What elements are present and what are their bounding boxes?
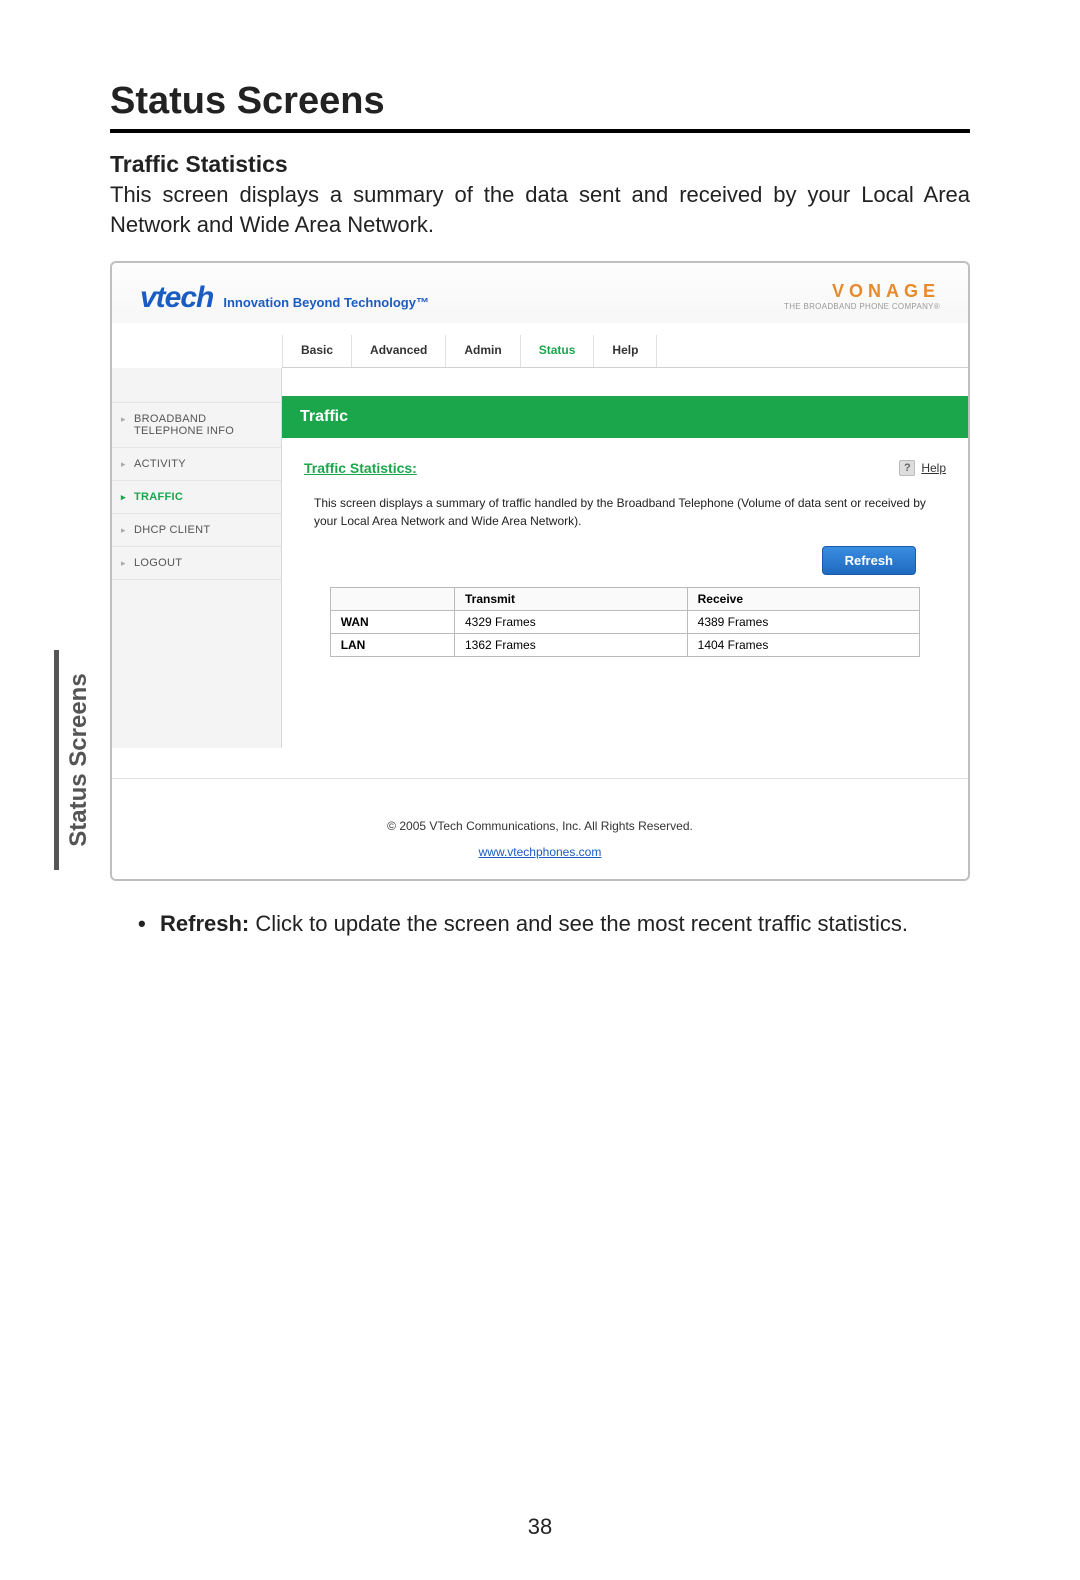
sidebar-item-traffic[interactable]: TRAFFIC [112,481,281,514]
th-receive: Receive [687,588,920,611]
tab-status[interactable]: Status [521,335,595,367]
page-number: 38 [0,1514,1080,1540]
panel-title-bar: Traffic [282,396,968,438]
sidebar-item-activity[interactable]: ACTIVITY [112,448,281,481]
copyright-text: © 2005 VTech Communications, Inc. All Ri… [387,819,693,833]
vtech-brand-text: vtech [140,281,213,315]
vtech-logo: vtech Innovation Beyond Technology™ [140,281,429,315]
table-header-row: Transmit Receive [330,588,920,611]
top-nav: Basic Advanced Admin Status Help [282,331,968,368]
screenshot-footer: © 2005 VTech Communications, Inc. All Ri… [112,778,968,879]
page-heading: Status Screens [110,80,970,133]
bullet-label: Refresh: [160,911,249,936]
panel-content: Traffic Statistics: ? Help This screen d… [282,438,968,667]
cell-wan-receive: 4389 Frames [687,611,920,634]
sidebar: BROADBAND TELEPHONE INFO ACTIVITY TRAFFI… [112,368,282,748]
th-transmit: Transmit [455,588,688,611]
vtech-tagline: Innovation Beyond Technology™ [223,295,429,310]
th-blank [330,588,454,611]
help-link-text: Help [921,461,946,475]
stats-title: Traffic Statistics: [304,460,417,476]
section-sub-heading: Traffic Statistics [110,151,970,178]
side-tab: Status Screens [54,650,93,870]
tab-basic[interactable]: Basic [282,335,352,367]
intro-paragraph: This screen displays a summary of the da… [110,180,970,239]
row-label-lan: LAN [330,634,454,657]
bullet-refresh: Refresh: Click to update the screen and … [138,909,970,939]
traffic-table: Transmit Receive WAN 4329 Frames 4389 Fr… [330,587,921,657]
sidebar-item-dhcp[interactable]: DHCP CLIENT [112,514,281,547]
refresh-button[interactable]: Refresh [822,546,916,575]
screenshot-header: vtech Innovation Beyond Technology™ VONA… [112,263,968,331]
vonage-brand-text: VONAGE [784,281,940,302]
table-row: WAN 4329 Frames 4389 Frames [330,611,920,634]
main-panel: Traffic Traffic Statistics: ? Help This … [282,368,968,748]
screenshot-body: BROADBAND TELEPHONE INFO ACTIVITY TRAFFI… [112,368,968,748]
help-icon: ? [899,460,915,476]
help-link[interactable]: ? Help [899,460,946,476]
cell-wan-transmit: 4329 Frames [455,611,688,634]
stats-description: This screen displays a summary of traffi… [304,494,946,530]
tab-help[interactable]: Help [594,335,657,367]
bullet-text: Click to update the screen and see the m… [249,911,908,936]
cell-lan-transmit: 1362 Frames [455,634,688,657]
table-row: LAN 1362 Frames 1404 Frames [330,634,920,657]
tab-admin[interactable]: Admin [446,335,520,367]
row-label-wan: WAN [330,611,454,634]
embedded-screenshot: vtech Innovation Beyond Technology™ VONA… [110,261,970,881]
bullet-section: Refresh: Click to update the screen and … [110,881,970,939]
sidebar-item-broadband[interactable]: BROADBAND TELEPHONE INFO [112,402,281,448]
sidebar-item-logout[interactable]: LOGOUT [112,547,281,580]
vonage-tagline: THE BROADBAND PHONE COMPANY® [784,302,940,311]
vonage-logo: VONAGE THE BROADBAND PHONE COMPANY® [784,281,940,311]
footer-link[interactable]: www.vtechphones.com [112,845,968,859]
cell-lan-receive: 1404 Frames [687,634,920,657]
tab-advanced[interactable]: Advanced [352,335,446,367]
